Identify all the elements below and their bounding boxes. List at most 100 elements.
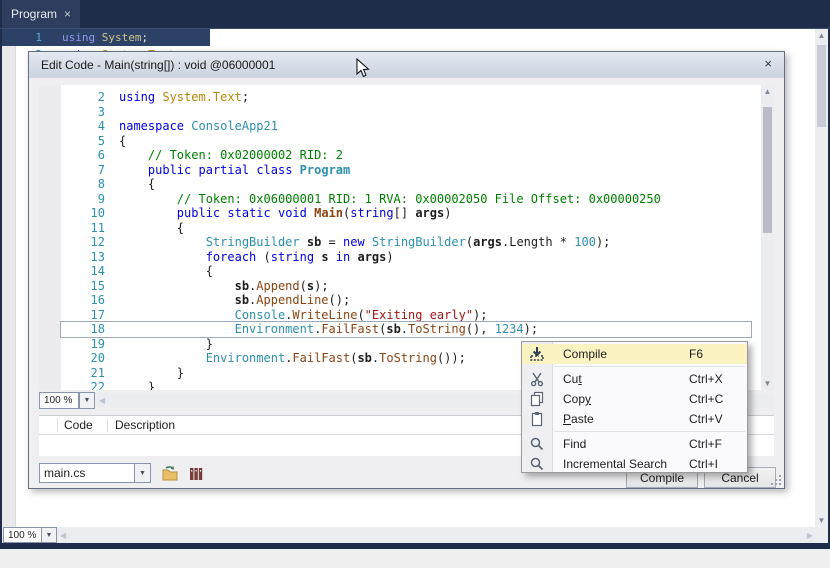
dialog-zoom-value: 100 %: [44, 395, 72, 406]
menu-item-shortcut: Ctrl+F: [689, 437, 747, 451]
scroll-down-icon[interactable]: ▼: [761, 377, 774, 390]
line-number: 19: [61, 337, 119, 352]
find-icon: [522, 436, 552, 452]
line-number: 1: [2, 29, 62, 46]
code-line-11[interactable]: 11 {: [61, 221, 751, 236]
code-line-13[interactable]: 13 foreach (string s in args): [61, 250, 751, 265]
main-vscroll-thumb[interactable]: [817, 45, 826, 127]
code-line-8[interactable]: 8 {: [61, 177, 751, 192]
line-number: 18: [61, 322, 119, 337]
add-documents-icon[interactable]: [161, 465, 179, 483]
resize-grip[interactable]: [769, 473, 781, 485]
line-number: 3: [61, 105, 119, 120]
code-line-9[interactable]: 9 // Token: 0x06000001 RID: 1 RVA: 0x000…: [61, 192, 751, 207]
scroll-left-icon[interactable]: ◀: [60, 529, 66, 542]
code-line-3[interactable]: 3: [61, 105, 751, 120]
scroll-up-icon[interactable]: ▲: [761, 85, 774, 98]
file-select[interactable]: main.cs: [39, 463, 135, 483]
line-number: 17: [61, 308, 119, 323]
paste-icon: [522, 411, 552, 427]
line-number: 20: [61, 351, 119, 366]
menu-item-cut[interactable]: CutCtrl+X: [522, 369, 747, 389]
menu-item-incremental-search[interactable]: Incremental SearchCtrl+I: [522, 454, 747, 474]
incremental-search-icon: [522, 456, 552, 472]
menu-item-label: Find: [552, 437, 689, 451]
main-code-line-1[interactable]: 1using System;: [2, 29, 148, 46]
context-menu: CompileF6CutCtrl+XCopyCtrl+CPasteCtrl+VF…: [521, 341, 748, 473]
code-line-12[interactable]: 12 StringBuilder sb = new StringBuilder(…: [61, 235, 751, 250]
line-number: 2: [61, 90, 119, 105]
dialog-title: Edit Code - Main(string[]) : void @06000…: [29, 58, 275, 72]
scroll-left-icon[interactable]: ◀: [99, 394, 105, 407]
screen: Program × 1using System; 2using System.Te…: [0, 0, 830, 568]
copy-icon: [522, 391, 552, 407]
line-number: 12: [61, 235, 119, 250]
line-number: 10: [61, 206, 119, 221]
dialog-vertical-scrollbar[interactable]: ▲ ▼: [761, 85, 774, 390]
line-number: 15: [61, 279, 119, 294]
dialog-close-icon[interactable]: ×: [764, 56, 772, 71]
menu-separator: [554, 431, 745, 432]
dialog-zoom-select[interactable]: 100 %: [39, 392, 79, 409]
menu-item-find[interactable]: FindCtrl+F: [522, 434, 747, 454]
scroll-right-icon[interactable]: ▶: [807, 529, 813, 542]
main-vertical-scrollbar[interactable]: ▲ ▼: [815, 29, 828, 527]
tab-label: Program: [11, 7, 57, 21]
compile-icon: [522, 346, 552, 362]
editor-gutter: [2, 29, 16, 527]
menu-item-shortcut: Ctrl+I: [689, 457, 747, 471]
menu-item-shortcut: Ctrl+V: [689, 412, 747, 426]
dialog-vscroll-thumb[interactable]: [763, 107, 772, 233]
menu-item-label: Cut: [552, 372, 689, 386]
dialog-editor-gutter: [39, 85, 61, 390]
code-line-16[interactable]: 16 sb.AppendLine();: [61, 293, 751, 308]
cut-icon: [522, 371, 552, 387]
code-line-7[interactable]: 7 public partial class Program: [61, 163, 751, 178]
code-line-10[interactable]: 10 public static void Main(string[] args…: [61, 206, 751, 221]
main-horizontal-scrollbar[interactable]: ◀ ▶: [58, 528, 815, 542]
code-line-15[interactable]: 15 sb.Append(s);: [61, 279, 751, 294]
main-zoom-dropdown-button[interactable]: ▼: [41, 527, 57, 543]
menu-item-compile[interactable]: CompileF6: [522, 344, 747, 364]
menu-item-label: Paste: [552, 412, 689, 426]
line-number: 14: [61, 264, 119, 279]
menu-separator: [554, 366, 745, 367]
menu-item-copy[interactable]: CopyCtrl+C: [522, 389, 747, 409]
menu-item-shortcut: Ctrl+X: [689, 372, 747, 386]
line-number: 7: [61, 163, 119, 178]
window-bottom-strip: [0, 543, 830, 549]
code-line-5[interactable]: 5{: [61, 134, 751, 149]
menu-item-label: Compile: [552, 347, 689, 361]
code-column-header[interactable]: Code: [58, 418, 107, 432]
file-select-value: main.cs: [44, 466, 85, 480]
add-assembly-reference-icon[interactable]: [187, 465, 205, 483]
dialog-title-bar[interactable]: Edit Code - Main(string[]) : void @06000…: [29, 52, 784, 78]
scroll-up-icon[interactable]: ▲: [815, 29, 828, 42]
description-column-header[interactable]: Description: [108, 418, 175, 432]
line-number: 16: [61, 293, 119, 308]
code-line-17[interactable]: 17 Console.WriteLine("Exiting early");: [61, 308, 751, 323]
line-number: 4: [61, 119, 119, 134]
scroll-down-icon[interactable]: ▼: [815, 514, 828, 527]
file-select-dropdown-button[interactable]: ▼: [134, 463, 151, 483]
code-line-18[interactable]: 18 Environment.FailFast(sb.ToString(), 1…: [61, 322, 751, 337]
code-line-14[interactable]: 14 {: [61, 264, 751, 279]
code-line-4[interactable]: 4namespace ConsoleApp21: [61, 119, 751, 134]
tab-program[interactable]: Program ×: [2, 0, 80, 28]
menu-item-label: Incremental Search: [552, 457, 689, 471]
line-number: 21: [61, 366, 119, 381]
menu-item-shortcut: F6: [689, 347, 747, 361]
code-line-6[interactable]: 6 // Token: 0x02000002 RID: 2: [61, 148, 751, 163]
tab-bar: Program ×: [0, 0, 830, 29]
main-zoom-select[interactable]: 100 %: [3, 527, 42, 543]
code-line-2[interactable]: 2using System.Text;: [61, 90, 751, 105]
dialog-zoom-dropdown-button[interactable]: ▼: [79, 392, 95, 409]
menu-item-paste[interactable]: PasteCtrl+V: [522, 409, 747, 429]
line-number: 22: [61, 380, 119, 390]
main-window: Program × 1using System; 2using System.Te…: [0, 0, 830, 549]
line-number: 5: [61, 134, 119, 149]
menu-item-label: Copy: [552, 392, 689, 406]
tab-close-icon[interactable]: ×: [64, 7, 71, 21]
line-number: 9: [61, 192, 119, 207]
main-bottom-row: 100 % ▼ ◀ ▶: [2, 527, 828, 543]
